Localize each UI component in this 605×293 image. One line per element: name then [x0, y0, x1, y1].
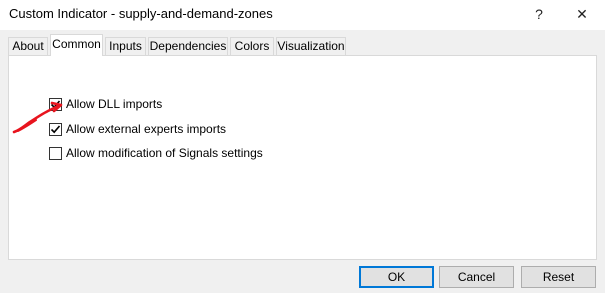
option-allow-dll-imports[interactable]: Allow DLL imports: [49, 97, 162, 111]
ok-button[interactable]: OK: [359, 266, 434, 288]
signals-modification-label: Allow modification of Signals settings: [66, 146, 263, 160]
red-arrow-annotation: [12, 101, 63, 134]
tab-visualization[interactable]: Visualization: [276, 37, 346, 55]
external-experts-label: Allow external experts imports: [66, 122, 227, 136]
signals-modification-checkbox[interactable]: [49, 146, 62, 160]
title-bar: Custom Indicator - supply-and-demand-zon…: [0, 0, 605, 30]
tab-about[interactable]: About: [8, 37, 48, 55]
tab-dependencies[interactable]: Dependencies: [148, 37, 228, 55]
tab-common[interactable]: Common: [50, 34, 103, 56]
tab-colors[interactable]: Colors: [230, 37, 274, 55]
close-button[interactable]: ✕: [561, 0, 603, 28]
close-icon: ✕: [576, 5, 588, 22]
reset-button[interactable]: Reset: [521, 266, 596, 288]
dll-imports-label: Allow DLL imports: [66, 97, 163, 111]
help-icon: ?: [535, 6, 543, 22]
cancel-button[interactable]: Cancel: [439, 266, 514, 288]
option-allow-external-experts[interactable]: Allow external experts imports: [49, 122, 226, 136]
help-button[interactable]: ?: [518, 0, 560, 28]
tab-inputs[interactable]: Inputs: [105, 37, 146, 55]
option-allow-signals-modification[interactable]: Allow modification of Signals settings: [49, 146, 263, 160]
window-title: Custom Indicator - supply-and-demand-zon…: [9, 6, 273, 21]
